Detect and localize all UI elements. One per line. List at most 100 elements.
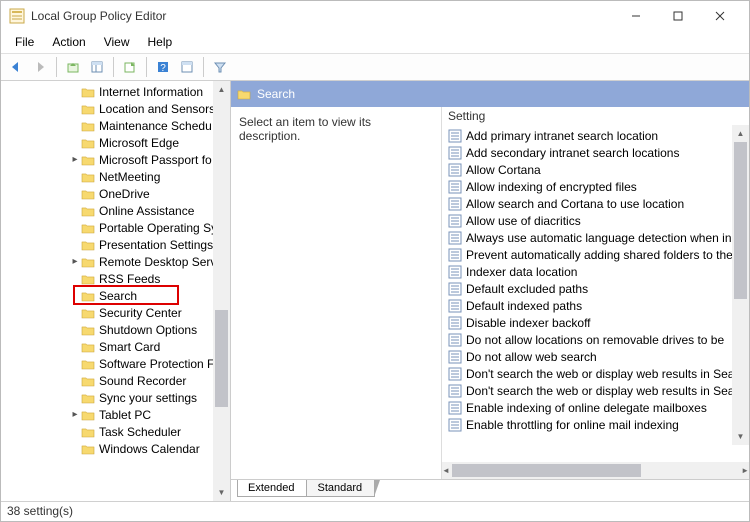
setting-item[interactable]: Allow search and Cortana to use location bbox=[442, 195, 749, 212]
setting-item[interactable]: Do not allow locations on removable driv… bbox=[442, 331, 749, 348]
tree-item[interactable]: Online Assistance bbox=[1, 202, 230, 219]
scroll-down-icon[interactable]: ▼ bbox=[732, 428, 749, 445]
setting-item[interactable]: Disable indexer backoff bbox=[442, 314, 749, 331]
folder-icon bbox=[81, 171, 95, 183]
setting-item[interactable]: Allow indexing of encrypted files bbox=[442, 178, 749, 195]
setting-item[interactable]: Always use automatic language detection … bbox=[442, 229, 749, 246]
folder-icon bbox=[81, 409, 95, 421]
tree-item-label: Presentation Settings bbox=[99, 238, 213, 252]
policy-icon bbox=[448, 299, 462, 313]
tree-item[interactable]: Task Scheduler bbox=[1, 423, 230, 440]
maximize-button[interactable] bbox=[657, 2, 699, 30]
setting-item[interactable]: Add primary intranet search location bbox=[442, 127, 749, 144]
tree-item-label: Sound Recorder bbox=[99, 374, 186, 388]
detail-tabs: Extended Standard bbox=[231, 479, 749, 501]
chevron-right-icon[interactable]: ▸ bbox=[69, 409, 81, 420]
setting-item[interactable]: Prevent automatically adding shared fold… bbox=[442, 246, 749, 263]
settings-hscrollbar[interactable]: ◄ ► bbox=[442, 462, 749, 479]
policy-icon bbox=[448, 316, 462, 330]
tree-item[interactable]: Microsoft Edge bbox=[1, 134, 230, 151]
statusbar: 38 setting(s) bbox=[1, 501, 749, 521]
tree-item[interactable]: NetMeeting bbox=[1, 168, 230, 185]
description-text: Select an item to view its description. bbox=[239, 115, 371, 143]
setting-item[interactable]: Enable indexing of online delegate mailb… bbox=[442, 399, 749, 416]
setting-item[interactable]: Default indexed paths bbox=[442, 297, 749, 314]
back-button[interactable] bbox=[5, 56, 27, 78]
policy-icon bbox=[448, 384, 462, 398]
tree-item[interactable]: ▸Microsoft Passport fo bbox=[1, 151, 230, 168]
forward-button[interactable] bbox=[29, 56, 51, 78]
menu-file[interactable]: File bbox=[7, 33, 42, 51]
tree-item[interactable]: ▸Remote Desktop Serv bbox=[1, 253, 230, 270]
tree-item-label: Internet Information bbox=[99, 85, 203, 99]
tree-item[interactable]: Shutdown Options bbox=[1, 321, 230, 338]
folder-icon bbox=[81, 222, 95, 234]
tree-item-label: Microsoft Edge bbox=[99, 136, 179, 150]
setting-label: Add secondary intranet search locations bbox=[466, 146, 679, 160]
tree-item[interactable]: OneDrive bbox=[1, 185, 230, 202]
tree-item[interactable]: Maintenance Schedu bbox=[1, 117, 230, 134]
tree-item[interactable]: Sound Recorder bbox=[1, 372, 230, 389]
setting-item[interactable]: Indexer data location bbox=[442, 263, 749, 280]
setting-item[interactable]: Allow use of diacritics bbox=[442, 212, 749, 229]
settings-vscrollbar[interactable]: ▲ ▼ bbox=[732, 125, 749, 445]
tree-item[interactable]: Software Protection F bbox=[1, 355, 230, 372]
up-button[interactable] bbox=[62, 56, 84, 78]
setting-column-header[interactable]: Setting bbox=[442, 107, 749, 125]
tree-item[interactable]: ▸ Tablet PC bbox=[1, 406, 230, 423]
policy-icon bbox=[448, 231, 462, 245]
folder-icon bbox=[81, 256, 95, 268]
scroll-up-icon[interactable]: ▲ bbox=[213, 81, 230, 98]
minimize-button[interactable] bbox=[615, 2, 657, 30]
tab-extended[interactable]: Extended bbox=[237, 480, 307, 497]
policy-icon bbox=[448, 401, 462, 415]
tree-item[interactable]: Sync your settings bbox=[1, 389, 230, 406]
tree-item[interactable]: Presentation Settings bbox=[1, 236, 230, 253]
properties-button[interactable] bbox=[176, 56, 198, 78]
setting-item[interactable]: Enable throttling for online mail indexi… bbox=[442, 416, 749, 433]
tree-item[interactable]: Portable Operating Sy bbox=[1, 219, 230, 236]
setting-item[interactable]: Do not allow web search bbox=[442, 348, 749, 365]
setting-item[interactable]: Don't search the web or display web resu… bbox=[442, 382, 749, 399]
tab-standard[interactable]: Standard bbox=[306, 480, 375, 497]
tree-item[interactable]: Windows Calendar bbox=[1, 440, 230, 457]
show-hide-tree-button[interactable] bbox=[86, 56, 108, 78]
setting-label: Allow search and Cortana to use location bbox=[466, 197, 684, 211]
chevron-right-icon[interactable]: ▸ bbox=[69, 154, 81, 165]
setting-item[interactable]: Don't search the web or display web resu… bbox=[442, 365, 749, 382]
tree-item-label: Tablet PC bbox=[99, 408, 151, 422]
menu-view[interactable]: View bbox=[96, 33, 138, 51]
scroll-right-icon[interactable]: ► bbox=[741, 462, 749, 479]
help-button[interactable]: ? bbox=[152, 56, 174, 78]
setting-label: Always use automatic language detection … bbox=[466, 231, 732, 245]
tree-item[interactable]: Smart Card bbox=[1, 338, 230, 355]
export-list-button[interactable] bbox=[119, 56, 141, 78]
toolbar: ? bbox=[1, 53, 749, 81]
chevron-right-icon[interactable]: ▸ bbox=[69, 256, 81, 267]
tree-item[interactable]: RSS Feeds bbox=[1, 270, 230, 287]
tree-item[interactable]: Internet Information bbox=[1, 83, 230, 100]
tree-item[interactable]: Search bbox=[1, 287, 230, 304]
scroll-up-icon[interactable]: ▲ bbox=[732, 125, 749, 142]
setting-item[interactable]: Add secondary intranet search locations bbox=[442, 144, 749, 161]
tree-vscrollbar[interactable]: ▲ ▼ bbox=[213, 81, 230, 501]
folder-icon bbox=[81, 341, 95, 353]
scroll-left-icon[interactable]: ◄ bbox=[442, 462, 450, 479]
policy-icon bbox=[448, 282, 462, 296]
tree-item[interactable]: Location and Sensors bbox=[1, 100, 230, 117]
setting-label: Prevent automatically adding shared fold… bbox=[466, 248, 733, 262]
menu-action[interactable]: Action bbox=[44, 33, 93, 51]
setting-item[interactable]: Default excluded paths bbox=[442, 280, 749, 297]
tree-item[interactable]: Security Center bbox=[1, 304, 230, 321]
close-button[interactable] bbox=[699, 2, 741, 30]
folder-icon bbox=[81, 443, 95, 455]
setting-item[interactable]: Allow Cortana bbox=[442, 161, 749, 178]
tree-item-label: Security Center bbox=[99, 306, 182, 320]
tree[interactable]: Internet InformationLocation and Sensors… bbox=[1, 81, 230, 501]
folder-icon bbox=[81, 375, 95, 387]
scroll-down-icon[interactable]: ▼ bbox=[213, 484, 230, 501]
setting-label: Don't search the web or display web resu… bbox=[466, 384, 734, 398]
filter-button[interactable] bbox=[209, 56, 231, 78]
menu-help[interactable]: Help bbox=[140, 33, 181, 51]
folder-icon bbox=[81, 426, 95, 438]
